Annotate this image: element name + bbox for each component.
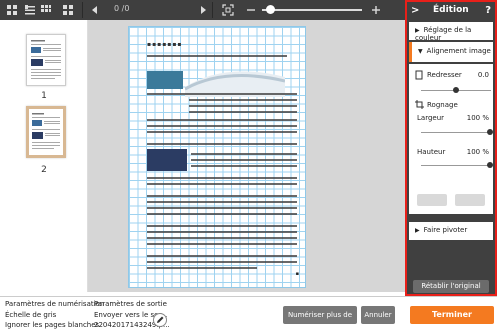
text-line (147, 125, 297, 127)
triangle-down-icon: ▼ (418, 48, 423, 55)
document-page[interactable]: ▪▪▪▪▪▪▪ ▪ (128, 26, 306, 288)
text-line (147, 201, 297, 203)
grid-view-icon[interactable] (62, 4, 74, 16)
help-icon[interactable]: ? (485, 5, 491, 16)
edit-panel-header: > Édition ? (407, 2, 495, 20)
next-page-icon[interactable] (197, 4, 209, 16)
text-line (147, 177, 297, 179)
text-line (147, 255, 297, 257)
chevron-right-icon[interactable]: > (411, 5, 419, 16)
height-value: 100 % (466, 148, 489, 156)
page-thumbnail-preview (31, 40, 61, 79)
straighten-icon (415, 70, 423, 80)
alignment-controls: Redresser 0.0 Rognage Largeur 100 % Haut… (409, 64, 493, 214)
scan-setting-blank-pages: Ignorer les pages blanches (5, 321, 100, 329)
text-line (147, 119, 297, 121)
width-slider-handle[interactable] (487, 129, 493, 135)
text-line (147, 195, 297, 197)
text-line (147, 207, 297, 209)
text-line (147, 131, 297, 133)
crop-icon (415, 100, 424, 109)
document-image (147, 71, 183, 89)
page-counter: 0 /0 (114, 4, 130, 13)
grid-view-icon[interactable] (40, 4, 52, 16)
text-line (147, 143, 297, 145)
page-thumbnail-number: 2 (41, 165, 47, 175)
bottom-bar: Paramètres de numérisation Échelle de gr… (0, 296, 497, 330)
page-thumbnail-2[interactable] (26, 106, 66, 158)
text-line (189, 111, 297, 113)
crop-label: Rognage (427, 101, 458, 109)
page-thumbnail-preview (32, 113, 60, 149)
grid-view-icon[interactable] (6, 4, 18, 16)
section-color-adjust-label: ▶ Réglage de la couleur (415, 26, 493, 42)
document-heading-mark: ▪▪▪▪▪▪▪ (147, 41, 183, 48)
edit-panel: > Édition ? ▶ Réglage de la couleur ▼ Alig… (405, 0, 497, 296)
text-line (147, 231, 297, 233)
straighten-label: Redresser (427, 71, 462, 79)
text-line (189, 99, 297, 101)
text-line (147, 261, 297, 263)
zoom-slider-handle[interactable] (266, 5, 275, 14)
width-label: Largeur (417, 114, 445, 122)
zoom-slider[interactable] (262, 9, 362, 11)
top-toolbar: 0 /0 (0, 0, 405, 20)
text-line (147, 93, 297, 95)
straighten-value: 0.0 (477, 71, 489, 79)
text-line (147, 225, 297, 227)
edit-panel-title: Édition (433, 5, 469, 15)
document-page-number-mark: ▪ (295, 271, 299, 277)
height-slider[interactable] (421, 165, 491, 166)
page-preview-area: ▪▪▪▪▪▪▪ ▪ (88, 20, 405, 292)
section-color-label: Réglage de la couleur (415, 26, 472, 42)
zoom-in-icon[interactable] (370, 4, 382, 16)
scan-more-pages-button[interactable]: Numériser plus de pages (283, 306, 357, 330)
zoom-out-icon[interactable] (245, 4, 257, 16)
cancel-button[interactable]: Annuler (361, 306, 395, 324)
text-line (147, 267, 257, 269)
finish-button[interactable]: Terminer (410, 306, 494, 324)
text-line (189, 105, 297, 107)
edit-output-button[interactable] (153, 313, 167, 327)
section-rotate-text: Faire pivoter (423, 226, 468, 234)
text-line (147, 183, 297, 185)
scan-setting-color: Échelle de gris (5, 311, 57, 319)
thumbnail-panel: 1 2 (0, 20, 88, 292)
scan-settings-title: Paramètres de numérisation (5, 300, 105, 308)
fit-page-icon[interactable] (222, 4, 234, 16)
reset-original-button[interactable]: Rétablir l'original (413, 280, 489, 293)
output-settings-title: Paramètres de sortie (94, 300, 167, 308)
height-label: Hauteur (417, 148, 446, 156)
text-line (147, 237, 297, 239)
text-line (147, 213, 297, 215)
list-view-icon[interactable] (24, 4, 36, 16)
height-slider-handle[interactable] (487, 162, 493, 168)
text-line (147, 55, 287, 57)
section-alignment-text: Alignement image (426, 47, 491, 55)
width-slider[interactable] (421, 132, 491, 133)
triangle-right-icon: ▶ (415, 27, 420, 34)
page-thumbnail-1[interactable] (26, 34, 66, 86)
text-line (191, 159, 297, 161)
width-value: 100 % (466, 114, 489, 122)
section-alignment-label: ▼ Alignement image (418, 47, 491, 55)
toolbar-divider (82, 2, 83, 18)
section-rotate-label: ▶ Faire pivoter (415, 226, 467, 234)
text-line (191, 153, 297, 155)
section-color-adjust[interactable]: ▶ Réglage de la couleur (409, 22, 493, 42)
disabled-button-left (417, 194, 447, 206)
page-thumbnail-number: 1 (41, 91, 47, 101)
prev-page-icon[interactable] (89, 4, 101, 16)
straighten-slider-handle[interactable] (453, 87, 459, 93)
document-photo (147, 149, 187, 171)
triangle-right-icon: ▶ (415, 227, 420, 234)
pencil-icon (157, 316, 164, 323)
section-image-alignment[interactable]: ▼ Alignement image (409, 42, 493, 62)
section-rotate[interactable]: ▶ Faire pivoter (409, 222, 493, 240)
text-line (191, 165, 297, 167)
text-line (147, 243, 297, 245)
toolbar-divider (212, 2, 213, 18)
disabled-button-right (455, 194, 485, 206)
